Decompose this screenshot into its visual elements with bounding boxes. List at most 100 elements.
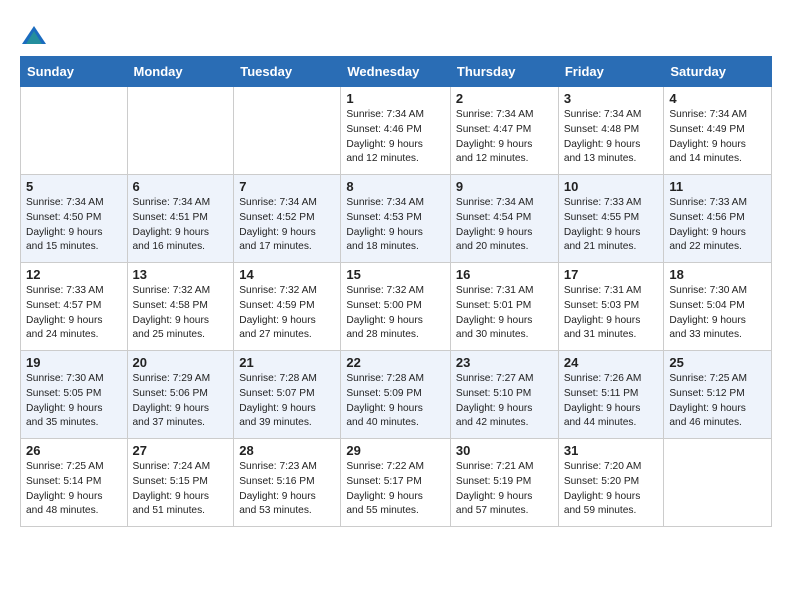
day-number-23: 23 bbox=[456, 355, 553, 370]
day-info-4: Sunrise: 7:34 AMSunset: 4:49 PMDaylight:… bbox=[669, 108, 766, 167]
day-info-25: Sunrise: 7:25 AMSunset: 5:12 PMDaylight:… bbox=[669, 372, 766, 431]
week-row-4: 19 Sunrise: 7:30 AMSunset: 5:05 PMDayligh… bbox=[21, 351, 772, 439]
day-info-19: Sunrise: 7:30 AMSunset: 5:05 PMDaylight:… bbox=[26, 372, 122, 431]
day-info-22: Sunrise: 7:28 AMSunset: 5:09 PMDaylight:… bbox=[346, 372, 445, 431]
day-info-7: Sunrise: 7:34 AMSunset: 4:52 PMDaylight:… bbox=[239, 196, 335, 255]
day-info-2: Sunrise: 7:34 AMSunset: 4:47 PMDaylight:… bbox=[456, 108, 553, 167]
weekday-header-thursday: Thursday bbox=[450, 57, 558, 87]
day-info-1: Sunrise: 7:34 AMSunset: 4:46 PMDaylight:… bbox=[346, 108, 445, 167]
day-cell-16: 16Sunrise: 7:31 AMSunset: 5:01 PMDayligh… bbox=[450, 263, 558, 351]
day-number-30: 30 bbox=[456, 443, 553, 458]
day-number-24: 24 bbox=[564, 355, 659, 370]
day-info-26: Sunrise: 7:25 AMSunset: 5:14 PMDaylight:… bbox=[26, 460, 122, 519]
day-number-31: 31 bbox=[564, 443, 659, 458]
day-info-9: Sunrise: 7:34 AMSunset: 4:54 PMDaylight:… bbox=[456, 196, 553, 255]
day-info-24: Sunrise: 7:26 AMSunset: 5:11 PMDaylight:… bbox=[564, 372, 659, 431]
day-info-17: Sunrise: 7:31 AMSunset: 5:03 PMDaylight:… bbox=[564, 284, 659, 343]
empty-cell bbox=[234, 87, 341, 175]
week-row-2: 5 Sunrise: 7:34 AMSunset: 4:50 PMDaylight… bbox=[21, 175, 772, 263]
day-cell-24: 24 Sunrise: 7:26 AMSunset: 5:11 PMDayligh… bbox=[558, 351, 664, 439]
day-cell-14: 14Sunrise: 7:32 AMSunset: 4:59 PMDayligh… bbox=[234, 263, 341, 351]
day-cell-15: 15Sunrise: 7:32 AMSunset: 5:00 PMDayligh… bbox=[341, 263, 451, 351]
page: SundayMondayTuesdayWednesdayThursdayFrid… bbox=[0, 0, 792, 545]
day-info-21: Sunrise: 7:28 AMSunset: 5:07 PMDaylight:… bbox=[239, 372, 335, 431]
day-info-31: Sunrise: 7:20 AMSunset: 5:20 PMDaylight:… bbox=[564, 460, 659, 519]
day-number-13: 13 bbox=[133, 267, 229, 282]
logo bbox=[20, 22, 52, 50]
day-info-10: Sunrise: 7:33 AMSunset: 4:55 PMDaylight:… bbox=[564, 196, 659, 255]
day-number-7: 7 bbox=[239, 179, 335, 194]
day-number-5: 5 bbox=[26, 179, 122, 194]
day-number-20: 20 bbox=[133, 355, 229, 370]
day-cell-22: 22 Sunrise: 7:28 AMSunset: 5:09 PMDayligh… bbox=[341, 351, 451, 439]
day-cell-25: 25 Sunrise: 7:25 AMSunset: 5:12 PMDayligh… bbox=[664, 351, 772, 439]
day-number-11: 11 bbox=[669, 179, 766, 194]
weekday-header-wednesday: Wednesday bbox=[341, 57, 451, 87]
day-cell-11: 11 Sunrise: 7:33 AMSunset: 4:56 PMDayligh… bbox=[664, 175, 772, 263]
day-number-19: 19 bbox=[26, 355, 122, 370]
day-cell-3: 3 Sunrise: 7:34 AMSunset: 4:48 PMDaylight… bbox=[558, 87, 664, 175]
day-info-14: Sunrise: 7:32 AMSunset: 4:59 PMDaylight:… bbox=[239, 284, 335, 343]
day-info-27: Sunrise: 7:24 AMSunset: 5:15 PMDaylight:… bbox=[133, 460, 229, 519]
day-cell-5: 5 Sunrise: 7:34 AMSunset: 4:50 PMDaylight… bbox=[21, 175, 128, 263]
day-number-3: 3 bbox=[564, 91, 659, 106]
day-cell-28: 28Sunrise: 7:23 AMSunset: 5:16 PMDayligh… bbox=[234, 439, 341, 527]
calendar: SundayMondayTuesdayWednesdayThursdayFrid… bbox=[20, 56, 772, 527]
day-cell-27: 27 Sunrise: 7:24 AMSunset: 5:15 PMDayligh… bbox=[127, 439, 234, 527]
day-cell-19: 19 Sunrise: 7:30 AMSunset: 5:05 PMDayligh… bbox=[21, 351, 128, 439]
logo-icon bbox=[20, 22, 48, 50]
day-cell-18: 18Sunrise: 7:30 AMSunset: 5:04 PMDayligh… bbox=[664, 263, 772, 351]
weekday-header-monday: Monday bbox=[127, 57, 234, 87]
day-info-29: Sunrise: 7:22 AMSunset: 5:17 PMDaylight:… bbox=[346, 460, 445, 519]
weekday-header-tuesday: Tuesday bbox=[234, 57, 341, 87]
day-number-28: 28 bbox=[239, 443, 335, 458]
day-cell-10: 10 Sunrise: 7:33 AMSunset: 4:55 PMDayligh… bbox=[558, 175, 664, 263]
day-info-18: Sunrise: 7:30 AMSunset: 5:04 PMDaylight:… bbox=[669, 284, 766, 343]
day-cell-4: 4 Sunrise: 7:34 AMSunset: 4:49 PMDaylight… bbox=[664, 87, 772, 175]
day-cell-12: 12 Sunrise: 7:33 AMSunset: 4:57 PMDayligh… bbox=[21, 263, 128, 351]
day-number-12: 12 bbox=[26, 267, 122, 282]
day-number-4: 4 bbox=[669, 91, 766, 106]
day-cell-30: 30 Sunrise: 7:21 AMSunset: 5:19 PMDayligh… bbox=[450, 439, 558, 527]
day-number-10: 10 bbox=[564, 179, 659, 194]
empty-cell bbox=[664, 439, 772, 527]
week-row-3: 12 Sunrise: 7:33 AMSunset: 4:57 PMDayligh… bbox=[21, 263, 772, 351]
day-info-23: Sunrise: 7:27 AMSunset: 5:10 PMDaylight:… bbox=[456, 372, 553, 431]
empty-cell bbox=[21, 87, 128, 175]
day-info-12: Sunrise: 7:33 AMSunset: 4:57 PMDaylight:… bbox=[26, 284, 122, 343]
day-info-8: Sunrise: 7:34 AMSunset: 4:53 PMDaylight:… bbox=[346, 196, 445, 255]
weekday-header-sunday: Sunday bbox=[21, 57, 128, 87]
day-number-22: 22 bbox=[346, 355, 445, 370]
day-number-2: 2 bbox=[456, 91, 553, 106]
day-info-30: Sunrise: 7:21 AMSunset: 5:19 PMDaylight:… bbox=[456, 460, 553, 519]
day-cell-26: 26 Sunrise: 7:25 AMSunset: 5:14 PMDayligh… bbox=[21, 439, 128, 527]
day-info-11: Sunrise: 7:33 AMSunset: 4:56 PMDaylight:… bbox=[669, 196, 766, 255]
day-cell-31: 31 Sunrise: 7:20 AMSunset: 5:20 PMDayligh… bbox=[558, 439, 664, 527]
week-row-5: 26 Sunrise: 7:25 AMSunset: 5:14 PMDayligh… bbox=[21, 439, 772, 527]
day-info-3: Sunrise: 7:34 AMSunset: 4:48 PMDaylight:… bbox=[564, 108, 659, 167]
day-number-25: 25 bbox=[669, 355, 766, 370]
day-cell-13: 13Sunrise: 7:32 AMSunset: 4:58 PMDayligh… bbox=[127, 263, 234, 351]
weekday-header-row: SundayMondayTuesdayWednesdayThursdayFrid… bbox=[21, 57, 772, 87]
header bbox=[20, 18, 772, 50]
day-number-8: 8 bbox=[346, 179, 445, 194]
empty-cell bbox=[127, 87, 234, 175]
day-number-27: 27 bbox=[133, 443, 229, 458]
day-number-9: 9 bbox=[456, 179, 553, 194]
day-cell-6: 6 Sunrise: 7:34 AMSunset: 4:51 PMDaylight… bbox=[127, 175, 234, 263]
day-cell-29: 29 Sunrise: 7:22 AMSunset: 5:17 PMDayligh… bbox=[341, 439, 451, 527]
day-info-20: Sunrise: 7:29 AMSunset: 5:06 PMDaylight:… bbox=[133, 372, 229, 431]
day-number-6: 6 bbox=[133, 179, 229, 194]
day-cell-9: 9 Sunrise: 7:34 AMSunset: 4:54 PMDaylight… bbox=[450, 175, 558, 263]
day-info-5: Sunrise: 7:34 AMSunset: 4:50 PMDaylight:… bbox=[26, 196, 122, 255]
day-number-17: 17 bbox=[564, 267, 659, 282]
day-cell-21: 21Sunrise: 7:28 AMSunset: 5:07 PMDayligh… bbox=[234, 351, 341, 439]
day-cell-1: 1Sunrise: 7:34 AMSunset: 4:46 PMDaylight… bbox=[341, 87, 451, 175]
day-cell-23: 23 Sunrise: 7:27 AMSunset: 5:10 PMDayligh… bbox=[450, 351, 558, 439]
day-info-15: Sunrise: 7:32 AMSunset: 5:00 PMDaylight:… bbox=[346, 284, 445, 343]
day-info-6: Sunrise: 7:34 AMSunset: 4:51 PMDaylight:… bbox=[133, 196, 229, 255]
day-number-29: 29 bbox=[346, 443, 445, 458]
day-number-26: 26 bbox=[26, 443, 122, 458]
weekday-header-friday: Friday bbox=[558, 57, 664, 87]
week-row-1: 1Sunrise: 7:34 AMSunset: 4:46 PMDaylight… bbox=[21, 87, 772, 175]
